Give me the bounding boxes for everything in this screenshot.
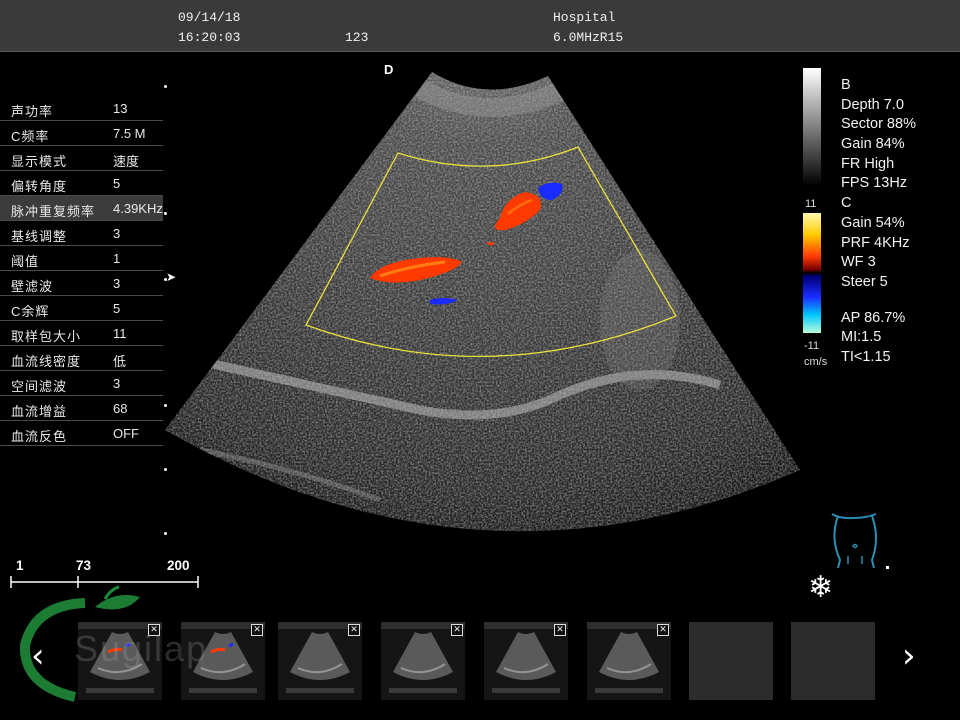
param-row[interactable]: 偏转角度 5	[0, 171, 163, 196]
param-label: 血流线密度	[11, 354, 82, 369]
param-value: 低	[113, 354, 127, 369]
c-wall-filter: WF 3	[841, 254, 876, 271]
grayscale-bar	[803, 68, 821, 186]
c-steer: Steer 5	[841, 273, 888, 290]
param-label: 血流增益	[11, 404, 68, 419]
thumbnail-close-icon[interactable]: ✕	[348, 624, 360, 636]
image-orientation-label: D	[384, 62, 394, 77]
mechanical-index: MI:1.5	[841, 329, 882, 346]
acoustic-power: AP 86.7%	[841, 309, 906, 326]
param-label: 声功率	[11, 104, 54, 119]
param-row[interactable]: C频率 7.5 M	[0, 121, 163, 146]
color-scale-min: -11	[804, 340, 820, 352]
b-mode-title: B	[841, 77, 851, 93]
thumbnail-image[interactable]: ✕	[587, 622, 671, 700]
c-prf: PRF 4KHz	[841, 234, 910, 251]
color-scale-max: 11	[805, 198, 817, 210]
b-fps: FPS 13Hz	[841, 175, 908, 192]
thumbnail-slot-empty[interactable]	[689, 622, 773, 700]
chevron-left-icon[interactable]: ‹	[31, 636, 45, 676]
param-row[interactable]: 阈值 1	[0, 246, 163, 271]
param-label: 取样包大小	[11, 329, 82, 344]
freeze-snowflake-icon[interactable]: ❄	[808, 570, 833, 605]
watermark-text: Sugilap	[74, 628, 209, 669]
param-value: 速度	[113, 154, 140, 169]
param-value: 1	[113, 251, 121, 266]
param-row[interactable]: 血流增益 68	[0, 396, 163, 421]
param-label: C频率	[11, 129, 50, 144]
thumbnail-slot-empty[interactable]	[791, 622, 875, 700]
param-label: 基线调整	[11, 229, 68, 244]
parameter-menu: 声功率 13 C频率 7.5 M 显示模式 速度 偏转角度 5 脉冲重复频率 4.39KHz 基线调…	[0, 96, 163, 446]
cine-start: 1	[16, 558, 24, 573]
param-row[interactable]: 血流线密度 低	[0, 346, 163, 371]
color-velocity-bar	[803, 213, 821, 333]
param-value: 5	[113, 301, 121, 316]
param-label: 空间滤波	[11, 379, 68, 394]
param-row[interactable]: 壁滤波 3	[0, 271, 163, 296]
c-gain: Gain 54%	[841, 214, 905, 231]
abdomen-bodymark-icon	[831, 513, 889, 569]
b-gain: Gain 84%	[841, 136, 905, 153]
param-row[interactable]: 空间滤波 3	[0, 371, 163, 396]
c-mode-title: C	[841, 195, 852, 212]
thumbnail-image[interactable]: ✕	[278, 622, 362, 700]
param-label: 壁滤波	[11, 279, 54, 294]
thumbnail-image[interactable]: ✕	[484, 622, 568, 700]
param-row[interactable]: 显示模式 速度	[0, 146, 163, 171]
param-row[interactable]: 取样包大小 11	[0, 321, 163, 346]
b-depth: Depth 7.0	[841, 96, 904, 113]
param-value: 13	[113, 101, 128, 116]
b-frame-rate: FR High	[841, 155, 895, 172]
param-value: 3	[113, 376, 121, 391]
param-value: OFF	[113, 426, 139, 441]
param-row[interactable]: 脉冲重复频率 4.39KHz	[0, 196, 163, 221]
param-label: 血流反色	[11, 429, 68, 444]
chevron-right-icon[interactable]: ›	[902, 636, 916, 676]
thumbnail-close-icon[interactable]: ✕	[657, 624, 669, 636]
param-value: 7.5 M	[113, 126, 146, 141]
thumbnail-close-icon[interactable]: ✕	[451, 624, 463, 636]
param-row[interactable]: 声功率 13	[0, 96, 163, 121]
param-label: 偏转角度	[11, 179, 68, 194]
param-value: 5	[113, 176, 121, 191]
param-row[interactable]: C余辉 5	[0, 296, 163, 321]
imaging-parameters-panel: B Depth 7.0 Sector 88% Gain 84% FR High …	[841, 76, 916, 368]
param-value: 3	[113, 226, 121, 241]
param-row[interactable]: 血流反色 OFF	[0, 421, 163, 446]
thermal-index: TI<1.15	[841, 348, 891, 365]
thumbnail-close-icon[interactable]: ✕	[554, 624, 566, 636]
cine-current: 73	[76, 558, 92, 573]
param-row[interactable]: 基线调整 3	[0, 221, 163, 246]
cine-end: 200	[167, 558, 190, 573]
param-label: 显示模式	[11, 154, 68, 169]
thumbnail-image[interactable]: ✕	[381, 622, 465, 700]
param-value: 11	[113, 326, 127, 341]
thumbnail-close-icon[interactable]: ✕	[251, 624, 263, 636]
param-label: 阈值	[11, 254, 40, 269]
param-value: 4.39KHz	[113, 201, 163, 216]
param-label: 脉冲重复频率	[11, 204, 96, 219]
param-label: C余辉	[11, 304, 50, 319]
param-value: 3	[113, 276, 121, 291]
param-value: 68	[113, 401, 128, 416]
b-sector: Sector 88%	[841, 116, 916, 133]
color-scale-unit: cm/s	[804, 356, 828, 368]
focus-marker-icon[interactable]: ➤	[166, 270, 176, 284]
